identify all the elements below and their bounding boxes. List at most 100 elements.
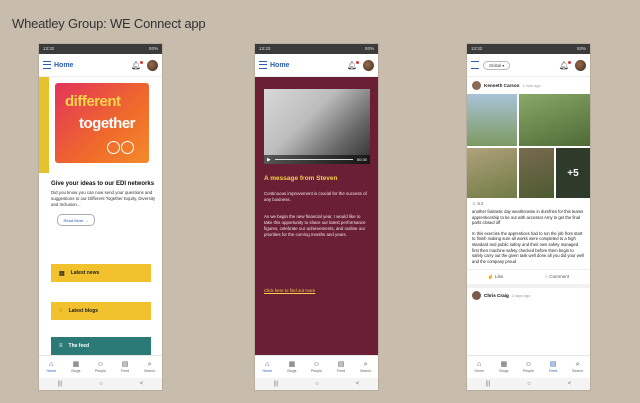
nav-feed-label: Feed (120, 369, 130, 373)
nav-home[interactable]: ⌂ Home (255, 356, 280, 378)
feed-icon: ▤ (121, 361, 129, 368)
author-name: Kenneth Carson (484, 83, 520, 88)
blogs-icon: ▦ (72, 361, 80, 368)
nav-people-label: People (522, 369, 535, 373)
home-icon: ⌂ (265, 361, 270, 368)
feed-icon: ▤ (337, 361, 345, 368)
nav-people-label: People (94, 369, 107, 373)
find-out-more-link[interactable]: Click here to find out more (264, 288, 315, 293)
post-author[interactable]: Kenneth Carson 1 hour ago (467, 77, 590, 94)
nav-search[interactable]: ⌕ Search (353, 356, 378, 378)
post-text-1: another fantastic day weatherwise in dum… (472, 209, 584, 226)
menu-icon[interactable] (43, 61, 51, 69)
nav-blogs[interactable]: ▦ Blogs (492, 356, 517, 378)
app-header: Home 🔔︎ (255, 54, 378, 77)
back-icon[interactable]: < (356, 381, 360, 387)
carousel-prev-icon[interactable] (107, 141, 120, 154)
nav-people[interactable]: ☺ People (304, 356, 329, 378)
nav-blogs-label: Blogs (499, 369, 509, 373)
status-bar: 13:33 93% (255, 44, 378, 54)
notification-bell-icon[interactable]: 🔔︎ (131, 60, 144, 70)
nav-search[interactable]: ⌕ Search (565, 356, 590, 378)
avatar[interactable] (575, 59, 586, 71)
video-player[interactable]: ▶ 00:30 (264, 89, 370, 164)
status-time: 13:33 (259, 46, 271, 51)
reaction-count-text: 5 2 (477, 201, 484, 206)
latest-blogs-label: Latest blogs (68, 308, 99, 314)
feed-icon: ≡ (59, 343, 63, 349)
post-time: 3 days ago (511, 293, 531, 298)
play-icon[interactable]: ▶ (267, 157, 271, 163)
nav-blogs[interactable]: ▦ Blogs (64, 356, 89, 378)
reaction-counts: ☺ 5 2 (472, 201, 484, 206)
notification-bell-icon[interactable]: 🔔︎ (347, 60, 360, 70)
nav-home-label: Home (474, 369, 485, 373)
video-progress[interactable] (274, 159, 353, 160)
latest-news-button[interactable]: ▤ Latest news (51, 264, 151, 282)
nav-blogs[interactable]: ▦ Blogs (280, 356, 305, 378)
avatar[interactable] (363, 59, 374, 71)
recents-icon[interactable]: ||| (58, 381, 63, 387)
post-photo[interactable] (519, 148, 554, 198)
system-nav-bar: ||| ○ < (467, 378, 590, 390)
hero-banner[interactable]: different together (39, 77, 162, 173)
nav-home-label: Home (46, 369, 57, 373)
author-avatar (472, 81, 481, 90)
avatar[interactable] (147, 59, 158, 71)
feed-icon: ▤ (549, 361, 557, 368)
nav-home[interactable]: ⌂ Home (39, 356, 64, 378)
nav-search[interactable]: ⌕ Search (137, 356, 162, 378)
home-title: Home (54, 61, 74, 69)
nav-feed[interactable]: ▤ Feed (541, 356, 566, 378)
menu-icon[interactable] (471, 61, 479, 69)
hero-word-together: together (79, 115, 136, 132)
latest-blogs-button[interactable]: ◌ Latest blogs (51, 302, 151, 320)
blogs-icon: ▦ (288, 361, 296, 368)
system-nav-bar: ||| ○ < (255, 378, 378, 390)
video-controls: ▶ 00:30 (264, 155, 370, 164)
search-icon: ⌕ (363, 361, 368, 368)
next-post-author[interactable]: Chris Craig 3 days ago (467, 284, 590, 303)
back-icon[interactable]: < (140, 381, 144, 387)
back-icon[interactable]: < (568, 381, 572, 387)
article-excerpt: Did you know you can now send your quest… (51, 190, 156, 207)
feed-scope-selector[interactable]: Global ▾ (483, 60, 511, 70)
more-photos-tile[interactable]: +5 (556, 148, 590, 198)
bottom-navigation: ⌂ Home ▦ Blogs ☺ People ▤ Feed ⌕ Search (467, 355, 590, 378)
nav-feed[interactable]: ▤ Feed (329, 356, 354, 378)
post-actions: ☝ Like ○ Comment (467, 269, 590, 284)
post-photo[interactable] (519, 94, 590, 146)
status-battery: 93% (148, 46, 158, 51)
comment-label: Comment (549, 274, 570, 280)
photo-grid: +5 (467, 94, 590, 198)
post-photo[interactable] (467, 148, 517, 198)
home-circle-icon[interactable]: ○ (99, 381, 103, 387)
the-feed-button[interactable]: ≡ The feed (51, 337, 151, 355)
app-header: Home 🔔︎ (39, 54, 162, 77)
carousel-next-icon[interactable] (121, 141, 134, 154)
read-more-button[interactable]: Read More → (57, 214, 95, 226)
hero-word-different: different (65, 93, 121, 110)
recents-icon[interactable]: ||| (274, 381, 279, 387)
nav-feed[interactable]: ▤ Feed (113, 356, 138, 378)
nav-home[interactable]: ⌂ Home (467, 356, 492, 378)
status-battery: 93% (364, 46, 374, 51)
like-button[interactable]: ☝ Like (488, 274, 503, 280)
notification-bell-icon[interactable]: 🔔︎ (559, 60, 572, 70)
bottom-navigation: ⌂ Home ▦ Blogs ☺ People ▤ Feed ⌕ Search (39, 355, 162, 378)
menu-icon[interactable] (259, 61, 267, 69)
recents-icon[interactable]: ||| (486, 381, 491, 387)
home-circle-icon[interactable]: ○ (527, 381, 531, 387)
comment-button[interactable]: ○ Comment (545, 274, 569, 280)
different-together-card[interactable]: different together (55, 83, 149, 163)
nav-people-label: People (310, 369, 323, 373)
nav-people[interactable]: ☺ People (88, 356, 113, 378)
chat-icon: ◌ (59, 308, 63, 314)
people-icon: ☺ (96, 361, 105, 368)
video-time: 00:30 (356, 157, 367, 162)
nav-people[interactable]: ☺ People (516, 356, 541, 378)
read-more-label: Read More (63, 217, 84, 223)
home-circle-icon[interactable]: ○ (315, 381, 319, 387)
post-photo[interactable] (467, 94, 517, 146)
blogs-icon: ▦ (500, 361, 508, 368)
